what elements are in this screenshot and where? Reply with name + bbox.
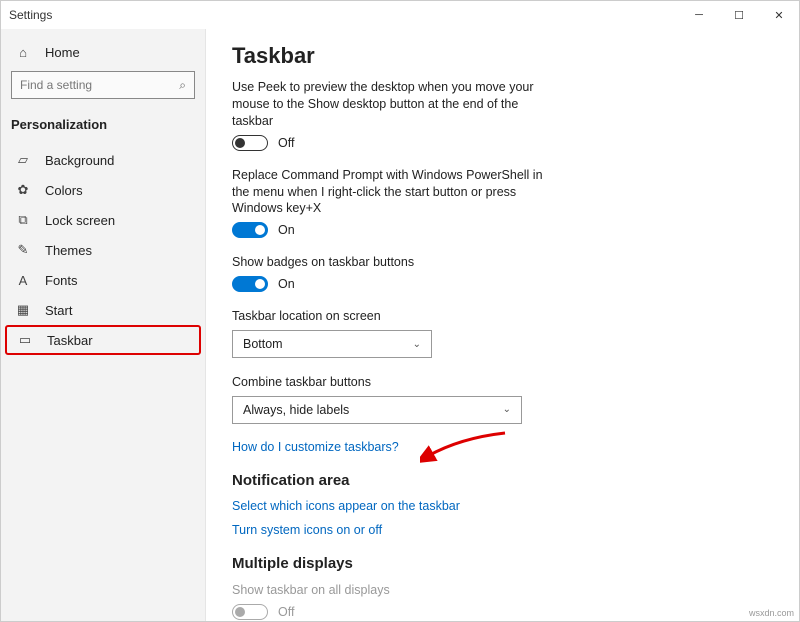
start-icon: ▦ (15, 302, 31, 318)
sidebar-item-label: Themes (45, 243, 92, 258)
sidebar-item-label: Colors (45, 183, 83, 198)
powershell-label: Replace Command Prompt with Windows Powe… (232, 167, 552, 218)
close-button[interactable]: ✕ (759, 1, 799, 29)
themes-icon: ✎ (15, 242, 31, 258)
chevron-down-icon: ⌄ (503, 404, 511, 415)
search-placeholder: Find a setting (20, 78, 92, 92)
help-link[interactable]: How do I customize taskbars? (232, 440, 773, 454)
notification-link-icons[interactable]: Select which icons appear on the taskbar (232, 499, 773, 513)
maximize-button[interactable]: ☐ (719, 1, 759, 29)
combine-value: Always, hide labels (243, 403, 349, 417)
sidebar-home-label: Home (45, 45, 80, 60)
sidebar-item-label: Taskbar (47, 333, 93, 348)
window-title: Settings (9, 8, 52, 22)
sidebar-item-themes[interactable]: ✎ Themes (5, 235, 201, 265)
show-all-state: Off (278, 605, 294, 619)
location-label: Taskbar location on screen (232, 308, 552, 325)
taskbar-icon: ▭ (17, 332, 33, 348)
search-input[interactable]: Find a setting ⌕ (11, 71, 195, 99)
main-content: Taskbar Use Peek to preview the desktop … (206, 29, 799, 621)
sidebar-item-fonts[interactable]: A Fonts (5, 265, 201, 295)
minimize-button[interactable]: ─ (679, 1, 719, 29)
powershell-state: On (278, 223, 295, 237)
peek-toggle[interactable] (232, 135, 268, 151)
badges-toggle[interactable] (232, 276, 268, 292)
sidebar-item-colors[interactable]: ✿ Colors (5, 175, 201, 205)
powershell-toggle[interactable] (232, 222, 268, 238)
sidebar-item-label: Fonts (45, 273, 78, 288)
lockscreen-icon: ⧉ (15, 212, 31, 228)
multiple-displays-heading: Multiple displays (232, 555, 773, 572)
page-title: Taskbar (232, 43, 773, 69)
sidebar: ⌂ Home Find a setting ⌕ Personalization … (1, 29, 206, 621)
show-all-toggle (232, 604, 268, 620)
combine-dropdown[interactable]: Always, hide labels ⌄ (232, 396, 522, 424)
sidebar-item-taskbar[interactable]: ▭ Taskbar (5, 325, 201, 355)
colors-icon: ✿ (15, 182, 31, 198)
sidebar-item-lockscreen[interactable]: ⧉ Lock screen (5, 205, 201, 235)
chevron-down-icon: ⌄ (413, 339, 421, 350)
home-icon: ⌂ (15, 45, 31, 60)
sidebar-section-header: Personalization (5, 109, 201, 139)
sidebar-item-background[interactable]: ▱ Background (5, 145, 201, 175)
show-all-label: Show taskbar on all displays (232, 582, 552, 599)
watermark: wsxdn.com (749, 608, 794, 618)
background-icon: ▱ (15, 152, 31, 168)
badges-state: On (278, 277, 295, 291)
combine-label: Combine taskbar buttons (232, 374, 552, 391)
location-value: Bottom (243, 337, 283, 351)
sidebar-item-label: Start (45, 303, 72, 318)
titlebar: Settings ─ ☐ ✕ (1, 1, 799, 29)
search-icon: ⌕ (179, 78, 186, 93)
notification-heading: Notification area (232, 472, 773, 489)
fonts-icon: A (15, 273, 31, 288)
sidebar-item-label: Lock screen (45, 213, 115, 228)
peek-state: Off (278, 136, 294, 150)
peek-label: Use Peek to preview the desktop when you… (232, 79, 552, 130)
sidebar-home[interactable]: ⌂ Home (5, 37, 201, 67)
location-dropdown[interactable]: Bottom ⌄ (232, 330, 432, 358)
sidebar-item-label: Background (45, 153, 114, 168)
notification-link-system-icons[interactable]: Turn system icons on or off (232, 523, 773, 537)
sidebar-item-start[interactable]: ▦ Start (5, 295, 201, 325)
badges-label: Show badges on taskbar buttons (232, 254, 552, 271)
